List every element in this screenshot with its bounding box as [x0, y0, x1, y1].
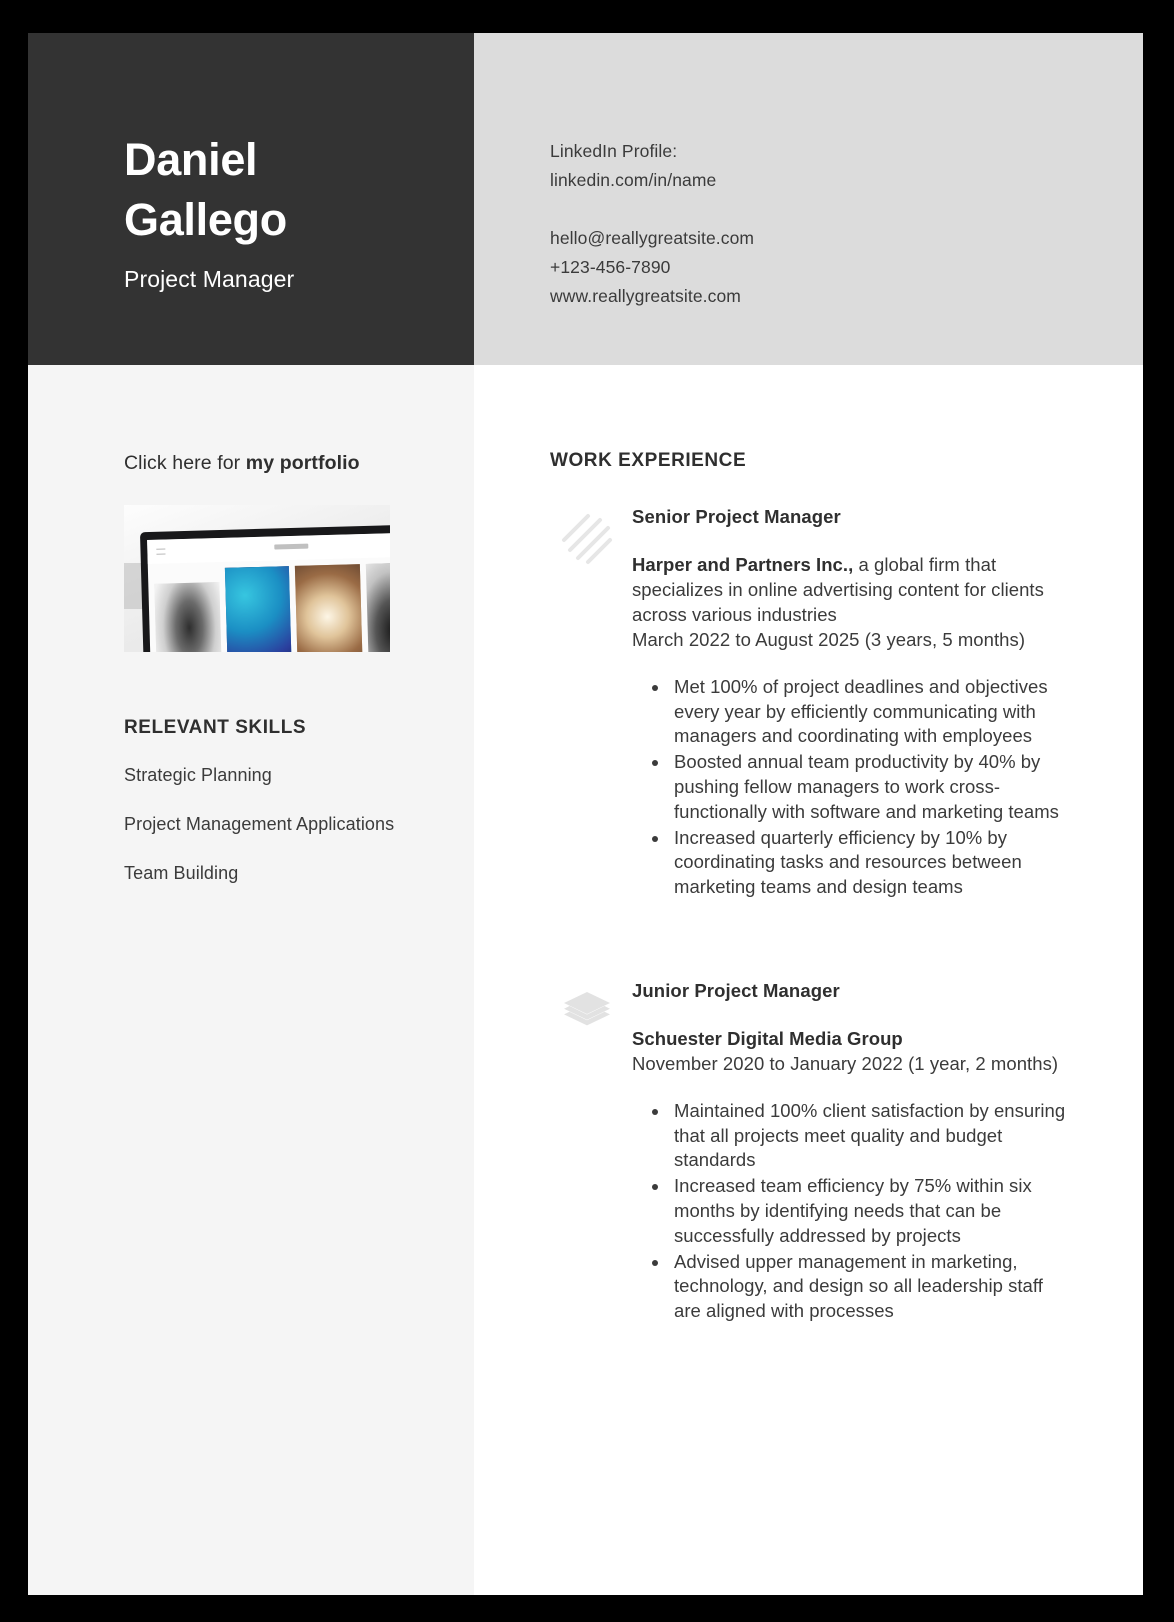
- job-dates: March 2022 to August 2025 (3 years, 5 mo…: [632, 628, 1026, 650]
- portfolio-thumbnail[interactable]: [124, 505, 390, 652]
- header-name-block: Daniel Gallego Project Manager: [28, 33, 474, 365]
- header-contact-block: LinkedIn Profile: linkedin.com/in/name h…: [474, 33, 1143, 365]
- thumbnail-gallery-tiles: [148, 562, 390, 652]
- job-bullet: Maintained 100% client satisfaction by e…: [670, 1099, 1071, 1173]
- job-role-title: Junior Project Manager: [632, 979, 840, 1001]
- job-bullet: Increased quarterly efficiency by 10% by…: [670, 826, 1071, 900]
- skill-item: Team Building: [124, 862, 239, 883]
- hamburger-menu-icon: [156, 548, 166, 555]
- portfolio-link-prefix: Click here for: [124, 452, 246, 474]
- sidebar: Click here for my portfolio RELEVANT SKI…: [28, 365, 474, 1595]
- laptop-screen: [147, 532, 390, 652]
- work-experience-heading: WORK EXPERIENCE: [550, 450, 747, 471]
- page-title: Daniel Gallego: [124, 134, 287, 245]
- job-company-name: Harper and Partners Inc.,: [632, 554, 854, 575]
- email-address[interactable]: hello@reallygreatsite.com: [550, 224, 1143, 253]
- linkedin-label: LinkedIn Profile:: [550, 141, 678, 161]
- gallery-tile-marble: [294, 564, 363, 652]
- job-company-name: Schuester Digital Media Group: [632, 1027, 903, 1049]
- job-company-block: Harper and Partners Inc., a global firm …: [632, 553, 1071, 653]
- gallery-tile-crystal: [224, 566, 292, 652]
- portfolio-link[interactable]: Click here for my portfolio: [124, 452, 434, 475]
- diagonal-streaks-icon: [558, 510, 616, 568]
- job-bullets: Met 100% of project deadlines and object…: [632, 675, 1071, 900]
- portfolio-link-text[interactable]: my portfolio: [246, 452, 360, 474]
- job-bullet: Met 100% of project deadlines and object…: [670, 675, 1071, 749]
- gallery-tile-rock: [365, 562, 390, 652]
- linkedin-url[interactable]: linkedin.com/in/name: [550, 166, 1143, 195]
- gallery-tile-mineral: [154, 582, 222, 652]
- job-dates: November 2020 to January 2022 (1 year, 2…: [632, 1052, 1059, 1074]
- phone-number[interactable]: +123-456-7890: [550, 253, 1143, 282]
- job-bullet: Advised upper management in marketing, t…: [670, 1250, 1071, 1324]
- thumbnail-site-logo: [274, 543, 309, 550]
- skill-item: Strategic Planning: [124, 765, 272, 785]
- resume-page: Daniel Gallego Project Manager LinkedIn …: [28, 33, 1143, 1595]
- layers-stack-icon: [558, 984, 616, 1042]
- job-entry: Junior Project Manager Schuester Digital…: [550, 980, 1071, 1324]
- main-column: WORK EXPERIENCE Senior Project Manager H…: [474, 365, 1143, 1595]
- job-entry: Senior Project Manager Harper and Partne…: [550, 506, 1071, 900]
- website-url[interactable]: www.reallygreatsite.com: [550, 282, 1143, 311]
- skill-item: Project Management Applications: [124, 813, 395, 834]
- job-company-block: Schuester Digital Media Group November 2…: [632, 1027, 1071, 1077]
- header-job-title: Project Manager: [124, 265, 295, 292]
- job-bullet: Increased team efficiency by 75% within …: [670, 1174, 1071, 1248]
- relevant-skills-heading: RELEVANT SKILLS: [124, 717, 307, 738]
- job-bullets: Maintained 100% client satisfaction by e…: [632, 1099, 1071, 1324]
- job-role-title: Senior Project Manager: [632, 506, 841, 527]
- job-bullet: Boosted annual team productivity by 40% …: [670, 750, 1071, 824]
